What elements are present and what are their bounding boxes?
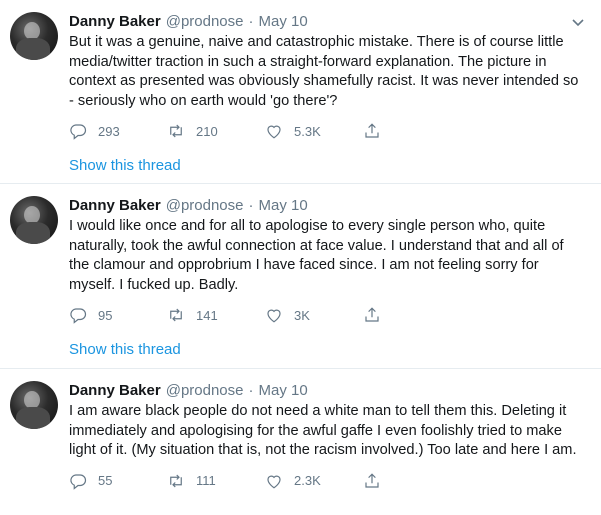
author-handle[interactable]: @prodnose	[166, 381, 244, 401]
share-button[interactable]	[363, 472, 393, 490]
tweet-header: Danny Baker @prodnose · May 10	[69, 196, 587, 216]
tweet-actions: 293 210 5.3K	[69, 121, 587, 141]
reply-icon	[70, 308, 87, 325]
show-thread-link[interactable]: Show this thread	[69, 340, 587, 360]
retweet-button[interactable]: 111	[167, 472, 265, 490]
reply-count: 293	[98, 123, 120, 139]
reply-count: 55	[98, 473, 113, 489]
retweet-icon	[170, 124, 182, 138]
share-button[interactable]	[363, 122, 393, 140]
share-button[interactable]	[363, 306, 393, 324]
separator: ·	[248, 197, 254, 214]
tweet-text: I would like once and for all to apologi…	[69, 218, 564, 293]
tweet-actions: 55 111 2.3K	[69, 471, 587, 491]
separator: ·	[248, 382, 254, 399]
retweet-icon	[170, 474, 182, 488]
tweet[interactable]: Danny Baker @prodnose · May 10 I would l…	[0, 184, 601, 369]
author-name[interactable]: Danny Baker	[69, 381, 161, 401]
tweet-date[interactable]: May 10	[259, 381, 308, 401]
show-thread-link[interactable]: Show this thread	[69, 156, 587, 176]
like-button[interactable]: 5.3K	[265, 122, 363, 140]
tweet-date[interactable]: May 10	[259, 196, 308, 216]
share-icon	[365, 473, 379, 488]
like-button[interactable]: 2.3K	[265, 472, 363, 490]
reply-icon	[70, 474, 87, 490]
reply-button[interactable]: 293	[69, 122, 167, 141]
like-count: 2.3K	[294, 473, 321, 489]
reply-icon	[70, 124, 87, 141]
chevron-down-icon[interactable]	[569, 14, 587, 32]
avatar[interactable]	[10, 381, 58, 429]
retweet-icon	[170, 308, 182, 322]
tweet-text: I am aware black people do not need a wh…	[69, 403, 577, 459]
retweet-count: 210	[196, 123, 218, 139]
like-icon	[267, 125, 281, 139]
tweet[interactable]: Danny Baker @prodnose · May 10 I am awar…	[0, 369, 601, 515]
separator: ·	[248, 13, 254, 30]
retweet-count: 141	[196, 307, 218, 323]
avatar[interactable]	[10, 12, 58, 60]
tweet-text: But it was a genuine, naive and catastro…	[69, 34, 579, 109]
tweet[interactable]: Danny Baker @prodnose · May 10 But it wa…	[0, 0, 601, 184]
tweet-date[interactable]: May 10	[259, 12, 308, 32]
like-icon	[267, 475, 281, 489]
like-count: 3K	[294, 307, 310, 323]
reply-count: 95	[98, 307, 113, 323]
retweet-button[interactable]: 141	[167, 306, 265, 324]
like-icon	[267, 309, 281, 323]
author-handle[interactable]: @prodnose	[166, 12, 244, 32]
retweet-count: 111	[196, 473, 216, 489]
tweet-header: Danny Baker @prodnose · May 10	[69, 12, 587, 32]
avatar[interactable]	[10, 196, 58, 244]
like-button[interactable]: 3K	[265, 306, 363, 324]
share-icon	[365, 307, 379, 322]
like-count: 5.3K	[294, 123, 321, 139]
author-name[interactable]: Danny Baker	[69, 196, 161, 216]
reply-button[interactable]: 95	[69, 306, 167, 325]
tweet-header: Danny Baker @prodnose · May 10	[69, 381, 587, 401]
author-name[interactable]: Danny Baker	[69, 12, 161, 32]
share-icon	[365, 123, 379, 138]
reply-button[interactable]: 55	[69, 472, 167, 490]
tweet-actions: 95 141 3K	[69, 305, 587, 325]
retweet-button[interactable]: 210	[167, 122, 265, 140]
author-handle[interactable]: @prodnose	[166, 196, 244, 216]
